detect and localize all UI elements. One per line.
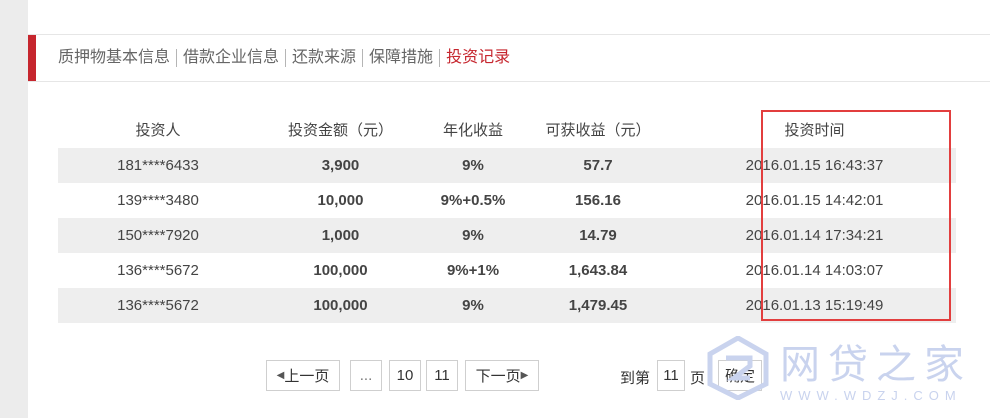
rate-cell: 9% [423, 148, 523, 183]
amount-cell: 10,000 [317, 192, 364, 209]
tab-divider [439, 49, 441, 67]
table-header-row: 投资人 投资金额（元） 年化收益 可获收益（元） 投资时间 [58, 110, 956, 148]
header-amount: 投资金额（元） [287, 121, 393, 139]
header-annual-rate: 年化收益 [442, 121, 503, 139]
header-investment-time: 投资时间 [784, 121, 845, 139]
investor-cell: 181****6433 [58, 148, 258, 183]
caret-left-icon: ◀ [276, 370, 285, 381]
tab-repayment-source[interactable]: 还款来源 [292, 49, 356, 67]
earnings-cell: 1,643.84 [568, 262, 628, 279]
rate-cell: 9%+1% [446, 262, 500, 279]
tab-investment-records[interactable]: 投资记录 [446, 49, 510, 67]
investor-cell: 136****5672 [58, 288, 258, 323]
tab-collateral-info[interactable]: 质押物基本信息 [58, 49, 170, 67]
tab-divider [362, 49, 364, 67]
page-11-button[interactable]: 11 [426, 360, 458, 391]
prev-page-button[interactable]: ◀ 上一页 [266, 360, 340, 391]
tab-divider [176, 49, 178, 67]
content-panel: 质押物基本信息 借款企业信息 还款来源 保障措施 投资记录 投资人 投资金额（元… [28, 0, 990, 418]
table-row: 139****3480 10,000 9%+0.5% 156.16 2016.0… [58, 183, 956, 218]
next-page-button[interactable]: 下一页 ▶ [465, 360, 539, 391]
investment-records-table: 投资人 投资金额（元） 年化收益 可获收益（元） 投资时间 181****643… [58, 110, 956, 323]
tab-guarantee-measures[interactable]: 保障措施 [369, 49, 433, 67]
page-ellipsis: ... [350, 360, 382, 391]
time-cell: 2016.01.15 14:42:01 [745, 192, 884, 209]
rate-cell: 9% [423, 218, 523, 253]
earnings-cell: 156.16 [575, 192, 621, 209]
next-page-label: 下一页 [475, 368, 521, 385]
amount-cell: 1,000 [258, 218, 423, 253]
investor-cell: 136****5672 [117, 262, 199, 279]
time-cell: 2016.01.13 15:19:49 [673, 288, 956, 323]
goto-page-input[interactable]: 11 [657, 360, 685, 391]
time-cell: 2016.01.15 16:43:37 [673, 148, 956, 183]
confirm-button[interactable]: 确定 [718, 360, 762, 391]
earnings-cell: 1,479.45 [523, 288, 673, 323]
earnings-cell: 57.7 [523, 148, 673, 183]
table-row: 150****7920 1,000 9% 14.79 2016.01.14 17… [58, 218, 956, 253]
table-row: 181****6433 3,900 9% 57.7 2016.01.15 16:… [58, 148, 956, 183]
amount-cell: 100,000 [258, 288, 423, 323]
page-10-button[interactable]: 10 [389, 360, 421, 391]
investor-cell: 150****7920 [58, 218, 258, 253]
rate-cell: 9% [423, 288, 523, 323]
investor-cell: 139****3480 [117, 192, 199, 209]
goto-suffix: 页 [690, 370, 706, 387]
table-row: 136****5672 100,000 9% 1,479.45 2016.01.… [58, 288, 956, 323]
amount-cell: 100,000 [313, 262, 368, 279]
earnings-cell: 14.79 [523, 218, 673, 253]
tab-borrower-info[interactable]: 借款企业信息 [183, 49, 279, 67]
time-cell: 2016.01.14 17:34:21 [673, 218, 956, 253]
header-earnings: 可获收益（元） [545, 121, 651, 139]
caret-right-icon: ▶ [520, 370, 529, 381]
tabs: 质押物基本信息 借款企业信息 还款来源 保障措施 投资记录 [58, 49, 510, 67]
amount-cell: 3,900 [258, 148, 423, 183]
time-cell: 2016.01.14 14:03:07 [745, 262, 884, 279]
tab-divider [285, 49, 287, 67]
header-investor: 投资人 [135, 121, 181, 139]
table-row: 136****5672 100,000 9%+1% 1,643.84 2016.… [58, 253, 956, 288]
tab-bar-accent [28, 35, 36, 81]
pagination: ◀ 上一页 ... 10 11 下一页 ▶ 到第 11 页 确定 [28, 360, 990, 393]
prev-page-label: 上一页 [284, 368, 330, 385]
tab-bar: 质押物基本信息 借款企业信息 还款来源 保障措施 投资记录 [28, 34, 990, 82]
goto-prefix: 到第 [620, 370, 651, 387]
rate-cell: 9%+0.5% [440, 192, 506, 209]
